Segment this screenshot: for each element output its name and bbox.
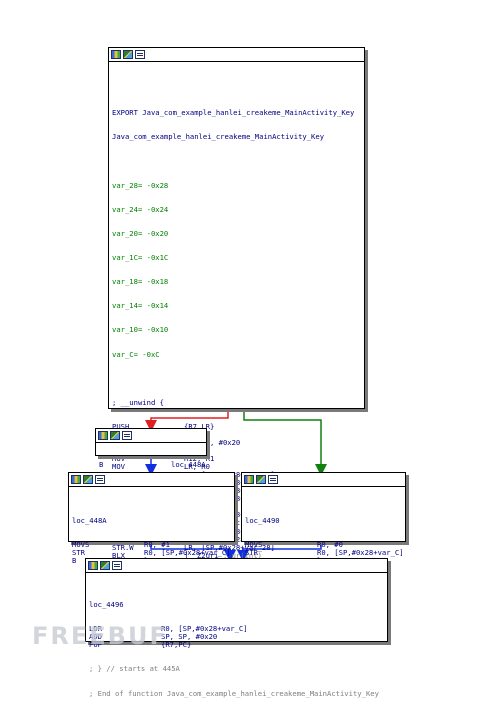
operand: loc_448A	[171, 460, 206, 470]
mnemonic: B	[99, 460, 104, 470]
var-line: var_14= -0x14	[112, 301, 169, 311]
node-branch-448a[interactable]: B loc_448A	[95, 428, 207, 469]
var-line: var_28= -0x28	[112, 180, 169, 190]
text-view-icon[interactable]	[95, 475, 105, 484]
starts-at-comment: ; } // starts at 445A	[89, 664, 180, 674]
graph-icon[interactable]	[88, 561, 98, 570]
graph-icon[interactable]	[71, 475, 81, 484]
node-titlebar	[96, 429, 206, 443]
text-view-icon[interactable]	[135, 50, 145, 59]
graph-icon[interactable]	[244, 475, 254, 484]
node-titlebar	[86, 559, 387, 573]
text-view-icon[interactable]	[268, 475, 278, 484]
node-loc-448a[interactable]: loc_448A MOVS R0, #1 STR R0, [SP,#0x28+var_…	[68, 472, 235, 565]
node-titlebar	[109, 48, 364, 62]
node-titlebar	[242, 473, 405, 487]
node-titlebar	[69, 473, 234, 487]
function-label: Java_com_example_hanlei_creakeme_MainAct…	[112, 132, 325, 142]
mnemonic: STR	[245, 548, 258, 558]
operand: SP, SP, #0x20	[161, 633, 387, 641]
color-icon[interactable]	[256, 475, 266, 484]
block-label: loc_448A	[72, 516, 107, 526]
var-line: var_20= -0x20	[112, 228, 169, 238]
text-view-icon[interactable]	[112, 561, 122, 570]
node-main-function[interactable]: EXPORT Java_com_example_hanlei_creakeme_…	[108, 47, 365, 583]
color-icon[interactable]	[110, 431, 120, 440]
operand: R12, R1	[184, 455, 364, 463]
block-label: loc_4490	[245, 516, 280, 526]
var-line: var_24= -0x24	[112, 204, 169, 214]
unwind-comment: ; __unwind {	[112, 397, 164, 407]
watermark-logo: FREEBUF	[32, 622, 168, 650]
var-line: var_1C= -0x1C	[112, 252, 169, 262]
operand: {R7,LR}	[184, 422, 364, 431]
node-loc-4490[interactable]: loc_4490 MOVS R0, #0 STR R0, [SP,#0x28+var_…	[241, 472, 406, 565]
mnemonic: STR	[72, 548, 85, 558]
block-label: loc_4496	[89, 600, 124, 610]
color-icon[interactable]	[100, 561, 110, 570]
color-icon[interactable]	[123, 50, 133, 59]
operand: SP, SP, #0x20	[184, 438, 364, 447]
var-line: var_10= -0x10	[112, 325, 169, 335]
text-view-icon[interactable]	[122, 431, 132, 440]
export-line: EXPORT Java_com_example_hanlei_creakeme_…	[112, 108, 355, 118]
graph-icon[interactable]	[98, 431, 108, 440]
var-line: var_18= -0x18	[112, 277, 169, 287]
operand: {R7,PC}	[161, 641, 387, 649]
graph-icon[interactable]	[111, 50, 121, 59]
var-line: var_C= -0xC	[112, 349, 160, 359]
color-icon[interactable]	[83, 475, 93, 484]
end-of-function-comment: ; End of function Java_com_example_hanle…	[89, 688, 379, 698]
instruction-line: B loc_448A	[99, 461, 206, 469]
